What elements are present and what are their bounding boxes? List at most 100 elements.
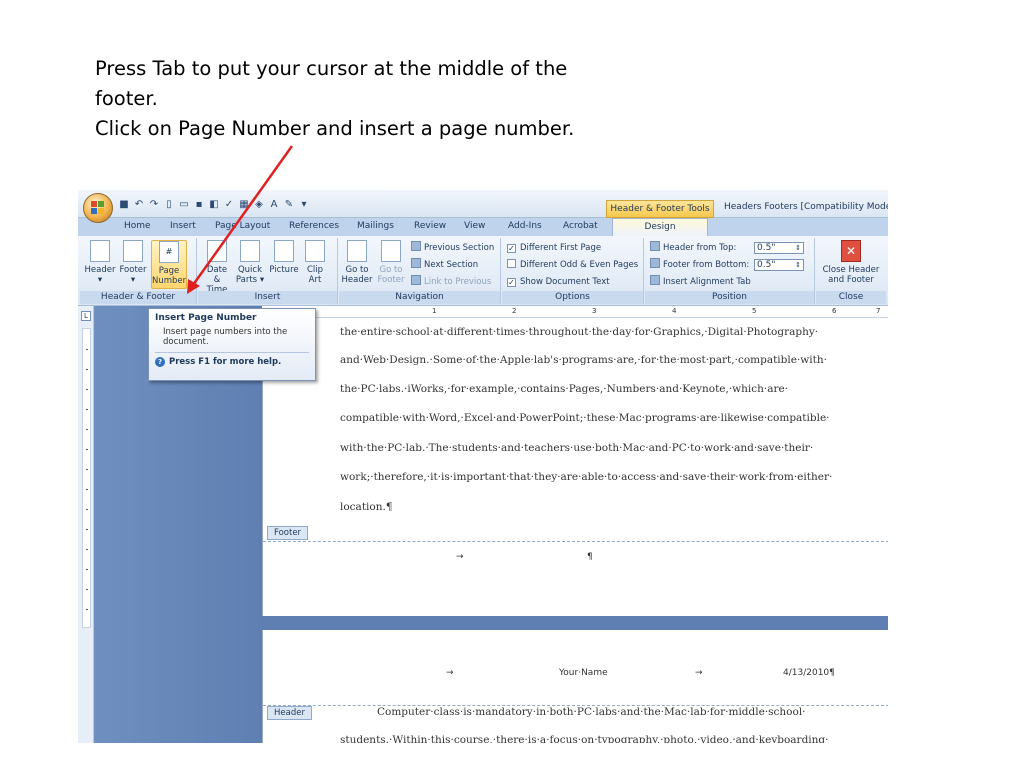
close-header-footer-button[interactable]: ✕ Close Header and Footer — [820, 240, 882, 285]
spelling-icon[interactable]: ✓ — [223, 199, 235, 211]
clip-art-icon — [305, 240, 325, 262]
insert-alignment-tab-button[interactable]: Insert Alignment Tab — [650, 275, 751, 289]
show-document-text-label: Show Document Text — [520, 277, 610, 287]
instruction-line-1: Press Tab to put your cursor at the midd… — [95, 57, 568, 80]
page-number-tooltip: Insert Page Number Insert page numbers i… — [148, 308, 316, 381]
previous-section-icon — [411, 241, 421, 251]
group-label-position: Position — [645, 291, 814, 304]
ruler-mark: 1 — [432, 307, 437, 315]
date-label-1: Date — [206, 265, 228, 275]
goto-footer-label-1: Go to — [379, 265, 403, 275]
footer-position-icon — [650, 258, 660, 268]
page-number-button[interactable]: # Page Number — [151, 240, 187, 289]
tab-insert[interactable]: Insert — [170, 221, 196, 231]
document-page[interactable]: the·entire·school·at·different·times·thr… — [262, 318, 888, 616]
tab-page-layout[interactable]: Page Layout — [215, 221, 270, 231]
office-logo-icon — [91, 201, 105, 215]
different-first-page-option[interactable]: ✓ Different First Page — [507, 241, 601, 255]
ruler-mark: 2 — [512, 307, 517, 315]
tab-add-ins[interactable]: Add-Ins — [508, 221, 542, 231]
goto-footer-label-2: Footer — [377, 275, 405, 285]
body-text-line: with·the·PC·lab.·The·students·and·teache… — [340, 442, 814, 454]
new-doc-icon[interactable]: ▯ — [163, 199, 175, 211]
picture-label: Picture — [269, 265, 299, 275]
shapes-icon[interactable]: ◈ — [253, 199, 265, 211]
picture-button[interactable]: Picture — [268, 240, 300, 275]
previous-section-button[interactable]: Previous Section — [411, 241, 494, 255]
tab-review[interactable]: Review — [414, 221, 446, 231]
go-to-header-button[interactable]: Go to Header — [341, 240, 373, 285]
tooltip-desc-line-1: Insert page numbers into the — [163, 327, 288, 337]
ribbon-tabs: Home Insert Page Layout References Maili… — [78, 218, 888, 236]
header-from-top-control[interactable]: Header from Top: — [650, 241, 736, 255]
left-ruler-bar: L — [78, 306, 94, 743]
body-text-line: students.·Within·this·course,·there·is·a… — [340, 734, 829, 743]
tooltip-divider — [155, 352, 309, 353]
group-header-footer: Header ▾ Footer ▾ # Page Number Header & F… — [80, 238, 197, 304]
edit-icon[interactable]: ✎ — [283, 199, 295, 211]
quick-label-1: Quick — [237, 265, 263, 275]
word-screenshot: ■ ↶ ↷ ▯ ▭ ▪ ◧ ✓ ▦ ◈ A ✎ ▾ Header & Foote… — [78, 190, 888, 743]
link-to-previous-label: Link to Previous — [424, 277, 492, 287]
contextual-tab-label: Header & Footer Tools — [606, 200, 714, 218]
ruler-mark: 5 — [752, 307, 757, 315]
go-to-footer-button[interactable]: Go to Footer — [375, 240, 407, 285]
vertical-ruler[interactable] — [82, 328, 91, 628]
header-from-top-input[interactable]: 0.5" ⇕ — [754, 242, 804, 254]
date-time-button[interactable]: Date & Time — [202, 240, 232, 295]
body-text-line: and·Web·Design.·Some·of·the·Apple·lab's·… — [340, 354, 827, 366]
footer-from-bottom-label: Footer from Bottom: — [663, 260, 750, 270]
save-as-icon[interactable]: ▪ — [193, 199, 205, 211]
header-position-icon — [650, 241, 660, 251]
print-preview-icon[interactable]: ◧ — [208, 199, 220, 211]
spinner-icon[interactable]: ⇕ — [795, 260, 801, 270]
ruler-mark: 3 — [592, 307, 597, 315]
different-odd-even-label: Different Odd & Even Pages — [520, 260, 639, 270]
horizontal-ruler[interactable]: 1 2 3 4 5 6 7 — [262, 306, 888, 318]
footer-from-bottom-input[interactable]: 0.5" ⇕ — [754, 259, 804, 271]
different-first-page-label: Different First Page — [520, 243, 602, 253]
tab-home[interactable]: Home — [124, 221, 151, 231]
redo-icon[interactable]: ↷ — [148, 199, 160, 211]
go-to-footer-icon — [381, 240, 401, 262]
previous-section-label: Previous Section — [424, 243, 495, 253]
tab-selector-icon[interactable]: L — [81, 311, 91, 321]
tab-mailings[interactable]: Mailings — [357, 221, 394, 231]
tab-marker: → — [446, 668, 454, 678]
tab-view[interactable]: View — [464, 221, 485, 231]
spinner-icon[interactable]: ⇕ — [795, 243, 801, 253]
close-label-2: and Footer — [828, 275, 874, 285]
body-text-line: location.¶ — [340, 501, 393, 513]
show-document-text-option[interactable]: ✓ Show Document Text — [507, 275, 610, 289]
quick-parts-button[interactable]: Quick Parts ▾ — [234, 240, 266, 285]
font-color-icon[interactable]: A — [268, 199, 280, 211]
body-text-line: the·PC·labs.·iWorks,·for·example,·contai… — [340, 383, 789, 395]
tab-references[interactable]: References — [289, 221, 339, 231]
office-button[interactable] — [83, 193, 113, 223]
group-label-navigation: Navigation — [339, 291, 500, 304]
tab-marker: → — [695, 668, 703, 678]
next-section-icon — [411, 258, 421, 268]
footer-button[interactable]: Footer ▾ — [117, 240, 149, 285]
save-icon[interactable]: ■ — [118, 199, 130, 211]
header-date-text: 4/13/2010¶ — [783, 668, 835, 678]
table-icon[interactable]: ▦ — [238, 199, 250, 211]
next-section-label: Next Section — [424, 260, 479, 270]
ribbon: Header ▾ Footer ▾ # Page Number Header & F… — [78, 236, 888, 306]
header-button[interactable]: Header ▾ — [84, 240, 116, 285]
tab-design[interactable]: Design — [612, 218, 708, 236]
undo-icon[interactable]: ↶ — [133, 199, 145, 211]
tab-acrobat[interactable]: Acrobat — [563, 221, 598, 231]
quick-parts-icon — [240, 240, 260, 262]
open-icon[interactable]: ▭ — [178, 199, 190, 211]
footer-from-bottom-control[interactable]: Footer from Bottom: — [650, 258, 749, 272]
ruler-mark: 7 — [876, 307, 881, 315]
customize-qat-icon[interactable]: ▾ — [298, 199, 310, 211]
different-odd-even-option[interactable]: Different Odd & Even Pages — [507, 258, 638, 272]
document-page-2[interactable]: → Your·Name → 4/13/2010¶ Header Computer… — [262, 630, 888, 743]
clip-art-button[interactable]: Clip Art — [302, 240, 328, 285]
link-to-previous-button[interactable]: Link to Previous — [411, 275, 491, 289]
link-icon — [411, 275, 421, 285]
tooltip-help: ? Press F1 for more help. — [155, 357, 309, 367]
next-section-button[interactable]: Next Section — [411, 258, 478, 272]
